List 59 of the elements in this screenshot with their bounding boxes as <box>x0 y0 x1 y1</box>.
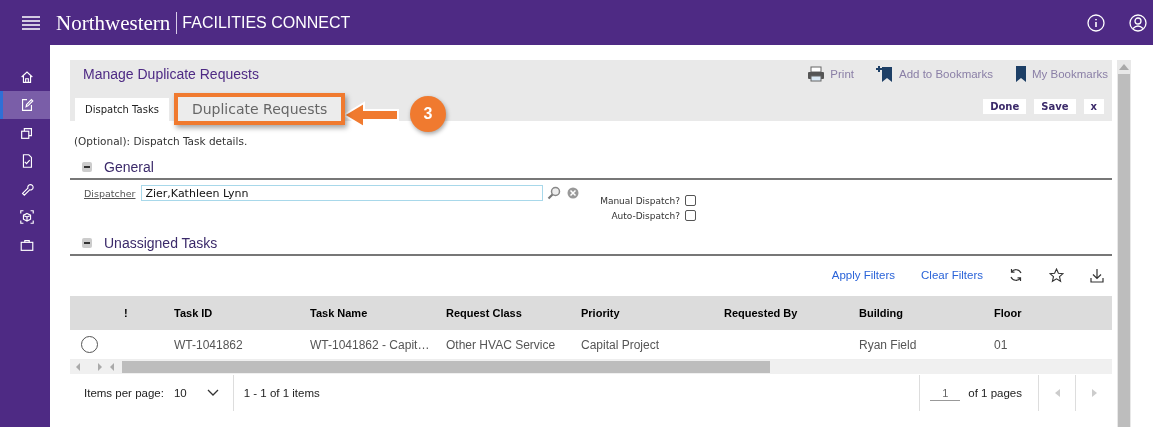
sidebar-item[interactable] <box>0 91 50 119</box>
bookmark-icon <box>1014 65 1027 83</box>
column-header[interactable]: Floor <box>980 296 1112 330</box>
collapse-toggle[interactable] <box>82 238 92 248</box>
page-size-select[interactable]: 10 <box>173 387 187 399</box>
refresh-icon[interactable] <box>1009 268 1023 282</box>
dispatcher-link[interactable]: Dispatcher <box>84 187 136 199</box>
cube-icon <box>18 209 35 225</box>
dispatcher-field[interactable]: Zier,Kathleen Lynn <box>141 185 544 201</box>
checkbox[interactable] <box>685 195 696 206</box>
briefcase-icon <box>18 237 35 253</box>
toolbar-button[interactable]: Save <box>1034 99 1076 114</box>
printer-icon <box>807 66 826 82</box>
column-header[interactable]: Task ID <box>160 296 296 330</box>
toolbar-button[interactable]: x <box>1083 99 1104 114</box>
page-count: of 1 pages <box>968 387 1022 399</box>
horizontal-scrollbar[interactable] <box>70 360 1112 374</box>
column-header[interactable]: Priority <box>567 296 710 330</box>
section-title: Unassigned Tasks <box>104 235 218 251</box>
home-icon <box>18 69 35 85</box>
checkbox-label: Auto-Dispatch? <box>611 210 680 221</box>
hint-text: (Optional): Dispatch Task details. <box>74 135 249 147</box>
table-cell: Ryan Field <box>845 330 980 360</box>
brand-name: Northwestern <box>56 11 178 34</box>
column-header[interactable]: Requested By <box>710 296 845 330</box>
checkbox-label: Manual Dispatch? <box>600 195 680 206</box>
menu-icon[interactable] <box>22 15 40 30</box>
filter-link[interactable]: Clear Filters <box>921 269 983 281</box>
vertical-scrollbar[interactable] <box>1117 60 1131 427</box>
column-header[interactable]: Task Name <box>296 296 432 330</box>
section-title: General <box>104 159 154 175</box>
table-cell: WT-1041862 <box>160 330 296 360</box>
table-cell: Capital Project <box>567 330 710 360</box>
chevron-down-icon[interactable] <box>206 389 219 397</box>
clear-icon[interactable] <box>567 187 580 199</box>
table-cell: Other HVAC Service <box>432 330 567 360</box>
table-cell: WT-1041862 - Capit… <box>296 330 432 360</box>
tab[interactable]: Duplicate Requests <box>173 93 346 125</box>
search-icon[interactable] <box>547 186 562 200</box>
filter-link[interactable]: Apply Filters <box>831 269 895 281</box>
copy-icon <box>18 125 35 141</box>
column-header[interactable]: Building <box>845 296 980 330</box>
tab[interactable]: Dispatch Tasks <box>75 98 169 121</box>
step-badge: 3 <box>410 96 446 132</box>
collapse-toggle[interactable] <box>82 162 92 172</box>
column-header[interactable]: Request Class <box>432 296 567 330</box>
user-icon[interactable] <box>1129 13 1147 32</box>
bookmark-plus-icon <box>876 65 894 83</box>
items-summary: 1 - 1 of 1 items <box>242 387 320 399</box>
toolbar-button[interactable]: Done <box>983 99 1027 114</box>
download-icon[interactable] <box>1090 267 1104 283</box>
info-icon[interactable] <box>1087 13 1105 32</box>
items-per-page-label: Items per page: <box>84 387 164 399</box>
star-icon[interactable] <box>1049 267 1064 283</box>
page-title: Manage Duplicate Requests <box>83 66 259 82</box>
product-name: FACILITIES CONNECT <box>182 13 351 32</box>
table-cell: 01 <box>980 330 1112 360</box>
column-header[interactable]: ! <box>110 296 160 330</box>
checkbox[interactable] <box>685 210 696 221</box>
